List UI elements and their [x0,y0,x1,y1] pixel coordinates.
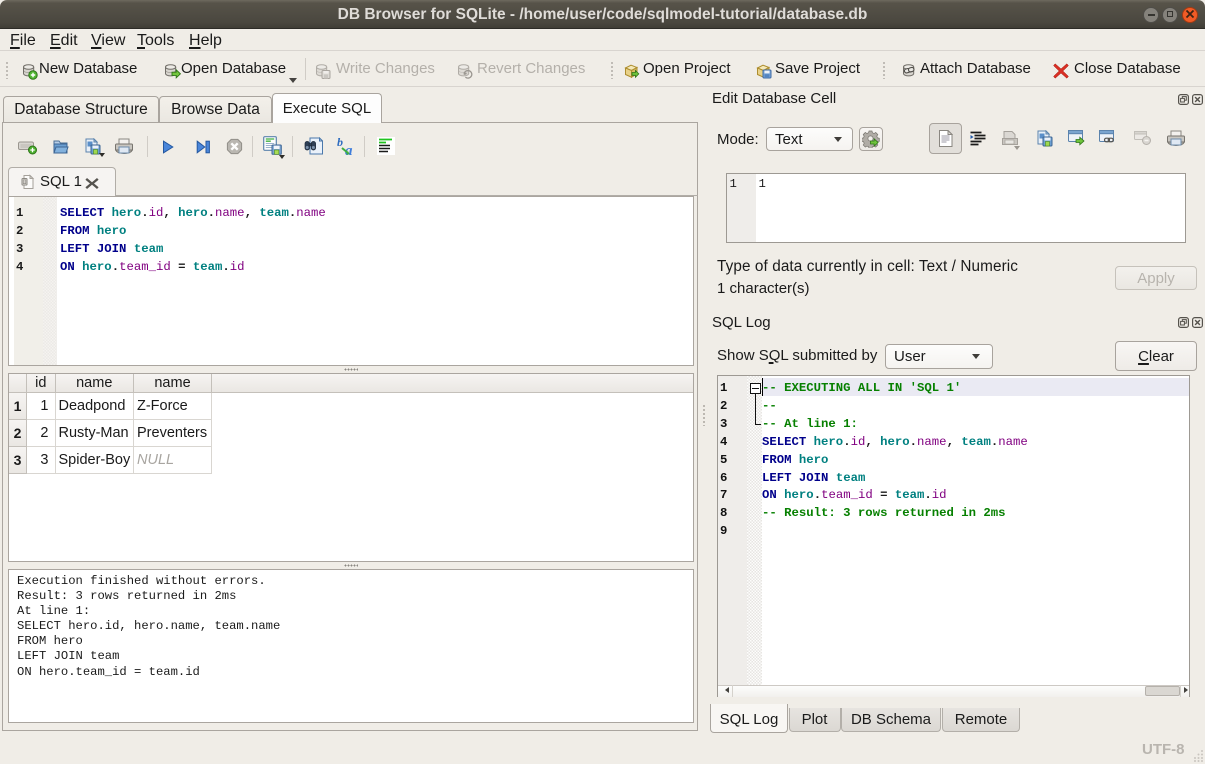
svg-text:b: b [337,136,343,149]
